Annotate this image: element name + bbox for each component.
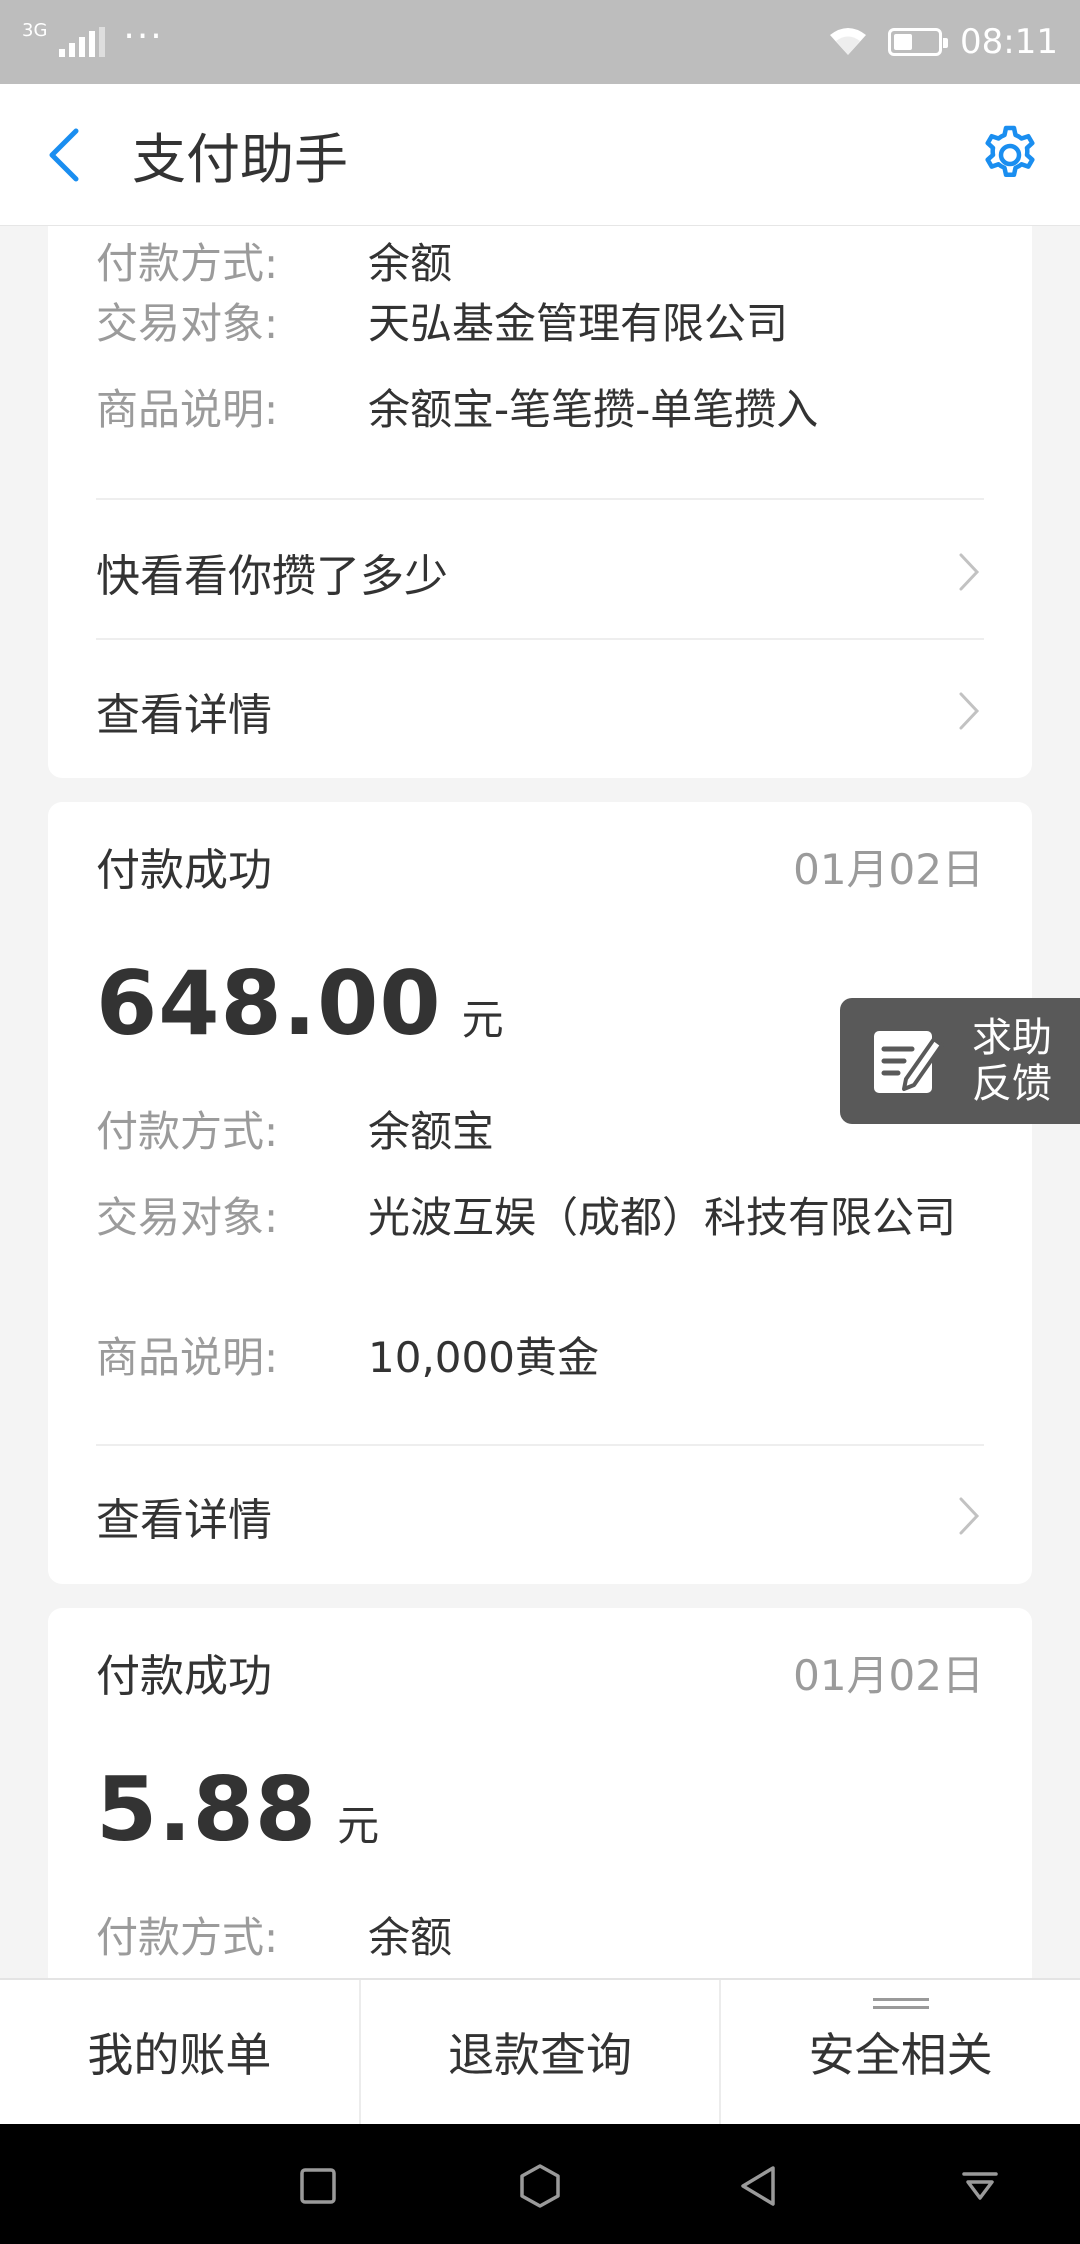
triangle-back-icon — [741, 2166, 775, 2206]
back-nav-button[interactable] — [730, 2158, 786, 2214]
row-label: 商品说明: — [96, 385, 279, 434]
row-label: 交易对象: — [96, 1193, 279, 1242]
payment-amount: 5.88 — [96, 1758, 318, 1861]
amount-line: 5.88 元 — [96, 1758, 379, 1861]
link-label: 快看看你攒了多少 — [96, 551, 448, 602]
chevron-right-icon — [954, 1491, 984, 1541]
transaction-card-2: 付款成功 01月02日 648.00 元 付款方式: 余额宝 交易对象: 光波互… — [48, 802, 1032, 1584]
back-arrow-icon — [49, 128, 79, 181]
more-notifications: ··· — [123, 15, 164, 57]
tab-label: 安全相关 — [808, 2028, 993, 2082]
row-value: 余额 — [368, 1913, 453, 1962]
row-label: 交易对象: — [96, 299, 279, 348]
tab-security[interactable]: 安全相关 — [719, 1980, 1080, 2124]
battery-icon — [888, 28, 949, 56]
status-right: 08:11 — [826, 22, 1058, 62]
app-header: 支付助手 — [0, 84, 1080, 226]
clock: 08:11 — [960, 22, 1058, 62]
detail-row: 交易对象: 天弘基金管理有限公司 — [96, 298, 978, 350]
page-title: 支付助手 — [132, 128, 348, 191]
feedback-line-2: 反馈 — [972, 1061, 1052, 1107]
detail-row: 商品说明: 余额宝-笔笔攒-单笔攒入 — [96, 384, 978, 436]
menu-icon — [872, 1998, 929, 2010]
currency-unit: 元 — [337, 1801, 380, 1850]
row-label: 付款方式: — [96, 239, 279, 288]
feedback-label: 求助 反馈 — [972, 1015, 1052, 1107]
payment-status: 付款成功 — [96, 845, 272, 896]
transaction-card-1: 付款方式: 余额 交易对象: 天弘基金管理有限公司 商品说明: 余额宝-笔笔攒-… — [48, 226, 1032, 778]
wifi-icon — [830, 28, 867, 55]
tab-refund-query[interactable]: 退款查询 — [358, 1980, 720, 2124]
row-label: 商品说明: — [96, 1333, 279, 1382]
view-details-link[interactable]: 查看详情 — [96, 1446, 984, 1586]
tab-label: 退款查询 — [448, 2028, 632, 2082]
notification-pull-button[interactable] — [952, 2158, 1008, 2214]
chevron-right-icon — [954, 547, 984, 597]
payment-status: 付款成功 — [96, 1651, 272, 1702]
bottom-tab-bar: 我的账单 退款查询 安全相关 — [0, 1978, 1080, 2124]
detail-row: 商品说明: 10,000黄金 — [96, 1332, 978, 1384]
card-header: 付款成功 01月02日 — [96, 1642, 984, 1703]
gear-icon — [985, 125, 1035, 177]
link-label: 查看详情 — [96, 1495, 272, 1546]
payment-date: 01月02日 — [793, 1650, 984, 1700]
edit-note-icon — [874, 1031, 944, 1093]
row-value: 光波互娱（成都）科技有限公司 — [368, 1193, 957, 1242]
square-icon — [300, 2168, 336, 2204]
row-value: 余额 — [368, 239, 453, 288]
payment-date: 01月02日 — [793, 844, 984, 894]
row-label: 付款方式: — [96, 1913, 279, 1962]
card-header: 付款成功 01月02日 — [96, 836, 984, 897]
settings-button[interactable] — [950, 84, 1070, 226]
detail-row: 付款方式: 余额 — [96, 238, 978, 290]
row-value: 10,000黄金 — [368, 1333, 599, 1382]
view-details-link[interactable]: 查看详情 — [96, 641, 984, 781]
back-button[interactable] — [0, 84, 134, 226]
system-nav-bar — [0, 2124, 1080, 2244]
row-value: 天弘基金管理有限公司 — [368, 299, 789, 348]
feedback-line-1: 求助 — [972, 1015, 1052, 1061]
pull-down-icon — [962, 2172, 998, 2200]
detail-row: 交易对象: 光波互娱（成都）科技有限公司 — [96, 1192, 978, 1244]
status-bar: 3G ··· 08:11 — [0, 0, 1080, 84]
signal-icon — [59, 27, 106, 57]
transaction-card-3: 付款成功 01月02日 5.88 元 付款方式: 余额 — [48, 1608, 1032, 1978]
recents-button[interactable] — [290, 2158, 346, 2214]
link-label: 查看详情 — [96, 690, 272, 741]
divider — [96, 638, 984, 640]
view-savings-link[interactable]: 快看看你攒了多少 — [96, 502, 984, 642]
detail-row: 付款方式: 余额 — [96, 1912, 978, 1964]
chevron-right-icon — [954, 686, 984, 736]
payment-amount: 648.00 — [96, 952, 442, 1055]
tab-label: 我的账单 — [87, 2028, 272, 2082]
feedback-button[interactable]: 求助 反馈 — [840, 998, 1080, 1124]
tab-my-bills[interactable]: 我的账单 — [0, 1980, 359, 2124]
row-label: 付款方式: — [96, 1107, 279, 1156]
home-button[interactable] — [512, 2158, 568, 2214]
row-value: 余额宝-笔笔攒-单笔攒入 — [368, 385, 819, 434]
hexagon-icon — [520, 2164, 560, 2208]
amount-line: 648.00 元 — [96, 952, 504, 1055]
status-left: 3G ··· — [22, 16, 164, 63]
network-type: 3G — [22, 19, 48, 41]
divider — [96, 498, 984, 500]
currency-unit: 元 — [461, 995, 504, 1044]
